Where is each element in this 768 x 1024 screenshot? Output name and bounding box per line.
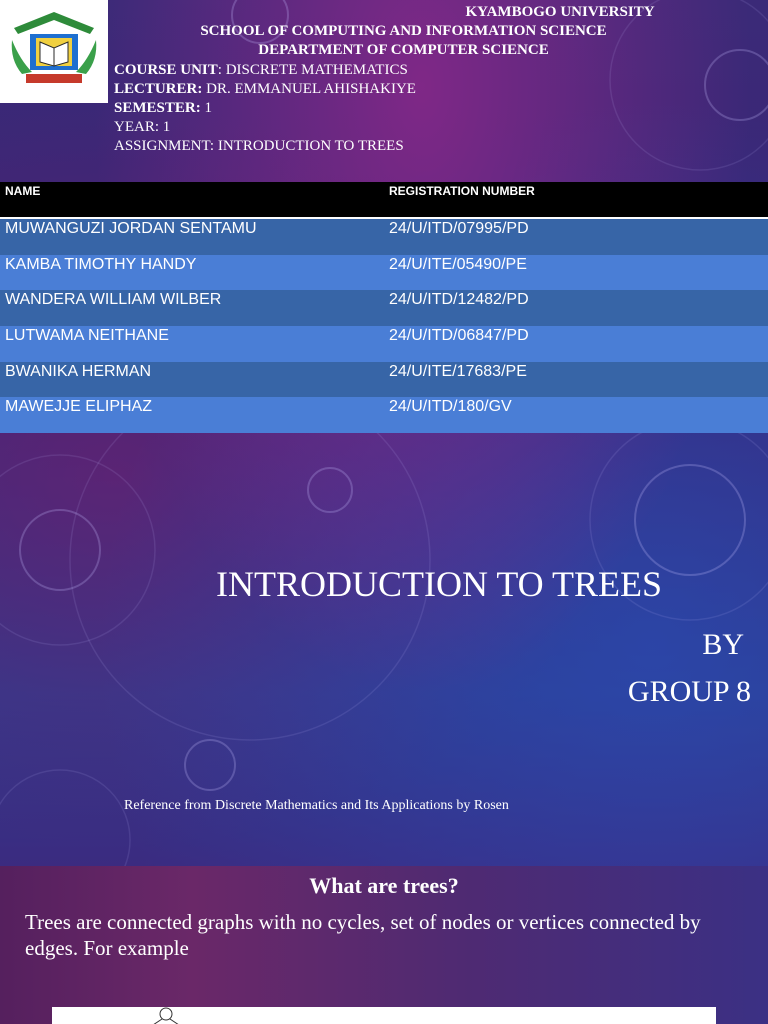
member-registration-number: 24/U/ITD/06847/PD (389, 327, 529, 345)
member-name: MAWEJJE ELIPHAZ (5, 398, 152, 416)
table-row: KAMBA TIMOTHY HANDY 24/U/ITE/05490/PE (0, 254, 768, 291)
member-registration-number: 24/U/ITD/07995/PD (389, 220, 529, 237)
lecturer-line: LECTURER: DR. EMMANUEL AHISHAKIYE (114, 80, 416, 99)
university-name: KYAMBOGO UNIVERSITY (465, 4, 655, 20)
member-name: BWANIKA HERMAN (5, 362, 152, 380)
name-column-header: NAME (5, 184, 41, 198)
table-row: MAWEJJE ELIPHAZ 24/U/ITD/180/GV (0, 397, 768, 434)
school-name: SCHOOL OF COMPUTING AND INFORMATION SCIE… (200, 23, 607, 39)
table-row: LUTWAMA NEITHANE 24/U/ITD/06847/PD (0, 326, 768, 362)
group-label: GROUP 8 (627, 675, 751, 708)
department-name: DEPARTMENT OF COMPUTER SCIENCE (258, 42, 549, 58)
course-unit-value: : DISCRETE MATHEMATICS (217, 62, 408, 78)
course-unit-line: COURSE UNIT: DISCRETE MATHEMATICS (114, 61, 408, 80)
member-name: KAMBA TIMOTHY HANDY (5, 255, 197, 273)
member-registration-number: 24/U/ITE/05490/PE (389, 255, 527, 273)
lecturer-label: LECTURER: (114, 81, 203, 97)
lecturer-value: DR. EMMANUEL AHISHAKIYE (202, 81, 416, 97)
assignment-line: ASSIGNMENT: INTRODUCTION TO TREES (114, 138, 404, 154)
table-row: WANDERA WILLIAM WILBER 24/U/ITD/12482/PD (0, 290, 768, 327)
semester-label: SEMESTER: (114, 100, 201, 116)
semester-line: SEMESTER: 1 (114, 99, 212, 118)
table-row: MUWANGUZI JORDAN SENTAMU 24/U/ITD/07995/… (0, 219, 768, 255)
member-name: WANDERA WILLIAM WILBER (5, 291, 222, 309)
definition-slide: What are trees? Trees are connected grap… (0, 866, 768, 1024)
by-label: BY (702, 628, 744, 661)
slide-heading: What are trees? (309, 873, 459, 898)
group-members-table: NAME REGISTRATION NUMBER MUWANGUZI JORDA… (0, 182, 768, 434)
reference-note: Reference from Discrete Mathematics and … (124, 798, 509, 813)
course-unit-label: COURSE UNIT (114, 62, 218, 78)
definition-paragraph: Trees are connected graphs with no cycle… (25, 910, 701, 960)
slide-title: INTRODUCTION TO TREES (216, 564, 663, 604)
registration-number-column-header: REGISTRATION NUMBER (389, 184, 535, 198)
member-registration-number: 24/U/ITD/12482/PD (389, 291, 529, 309)
year-line: YEAR: 1 (114, 119, 171, 135)
table-row: BWANIKA HERMAN 24/U/ITE/17683/PE (0, 361, 768, 398)
semester-value: 1 (200, 100, 212, 116)
tree-example-figure (52, 1007, 716, 1024)
title-slide: KYAMBOGO UNIVERSITY SCHOOL OF COMPUTING … (0, 0, 768, 866)
member-registration-number: 24/U/ITE/17683/PE (389, 362, 527, 380)
member-name: MUWANGUZI JORDAN SENTAMU (5, 220, 257, 237)
member-name: LUTWAMA NEITHANE (5, 327, 169, 345)
tree-diagram-icon (153, 1007, 179, 1024)
table-header-row: NAME REGISTRATION NUMBER (0, 182, 768, 219)
member-registration-number: 24/U/ITD/180/GV (389, 398, 512, 416)
